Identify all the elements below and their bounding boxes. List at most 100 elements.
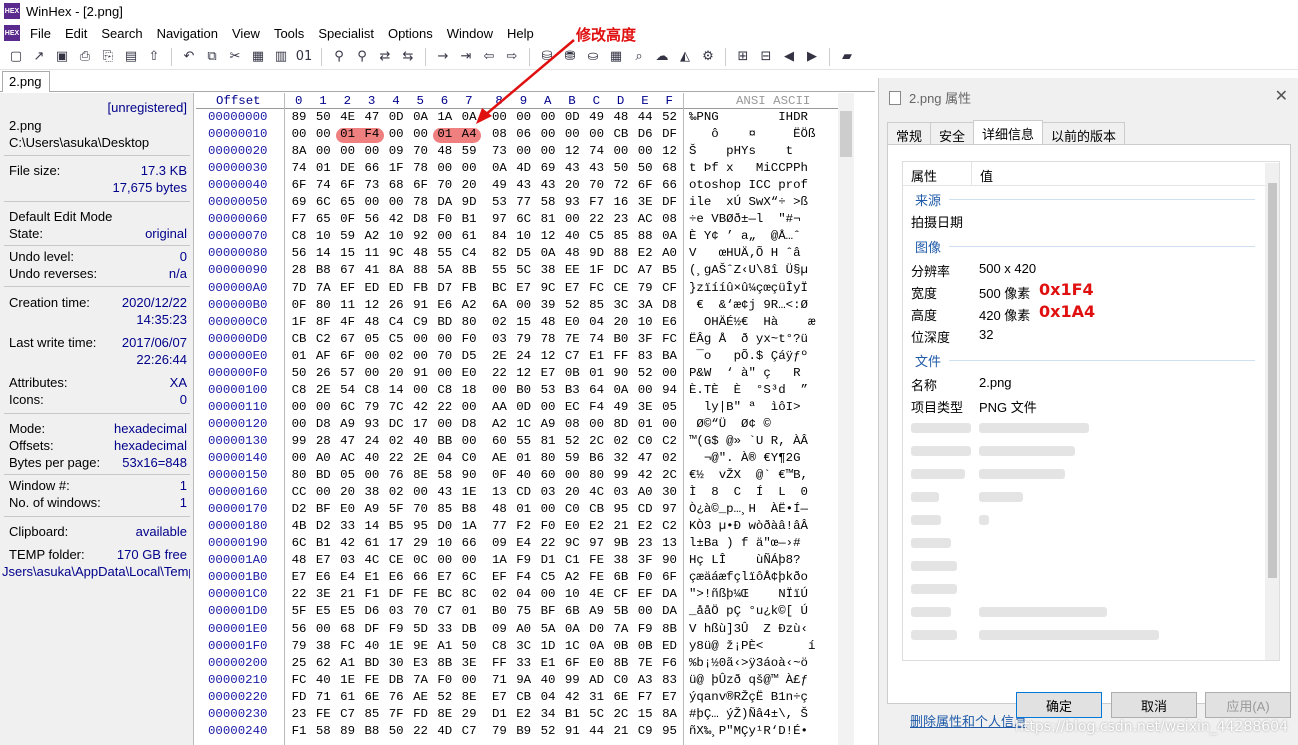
hex-byte[interactable]: 0D (385, 110, 407, 124)
hex-byte[interactable]: DF (361, 622, 383, 636)
hex-byte[interactable]: 00 (361, 468, 383, 482)
hex-byte[interactable]: 14 (385, 383, 407, 397)
hex-byte[interactable]: F2 (513, 519, 535, 533)
hex-byte[interactable]: E0 (561, 315, 583, 329)
hex-byte[interactable]: 22 (488, 366, 510, 380)
hex-byte[interactable]: BA (659, 349, 681, 363)
column-property[interactable]: 属性 (911, 166, 937, 185)
hex-byte[interactable]: 74 (586, 332, 608, 346)
hex-byte[interactable]: 60 (488, 434, 510, 448)
hex-byte[interactable]: 21 (610, 724, 632, 738)
hex-byte[interactable]: 6F (337, 178, 359, 192)
hex-byte[interactable]: 66 (410, 570, 432, 584)
hex-byte[interactable]: BB (434, 434, 456, 448)
hex-byte[interactable]: E5 (312, 604, 334, 618)
cancel-button[interactable]: 取消 (1111, 692, 1197, 718)
hex-byte[interactable]: 3C (513, 639, 535, 653)
hex-byte[interactable]: 90 (458, 468, 480, 482)
hex-byte[interactable]: 00 (410, 349, 432, 363)
hex-row[interactable]: 00000020 8A 00 00 00 09 70 48 59 73 00 00 12 74 00 00 12… (196, 144, 838, 161)
hex-byte[interactable]: E1 (586, 349, 608, 363)
hex-byte[interactable]: 79 (634, 281, 656, 295)
hex-byte[interactable]: 00 (561, 468, 583, 482)
hex-byte[interactable]: 1E (458, 485, 480, 499)
hex-byte[interactable]: 00 (513, 144, 535, 158)
hex-byte[interactable]: 01 (513, 502, 535, 516)
ascii-text[interactable]: t Þf x MiCCPPh (689, 161, 808, 175)
hex-byte[interactable]: F9 (634, 622, 656, 636)
hex-byte[interactable]: 79 (361, 400, 383, 414)
hex-byte[interactable]: 01 (337, 127, 359, 141)
menu-options[interactable]: Options (388, 26, 433, 41)
hex-byte[interactable]: 23 (288, 707, 310, 721)
hex-byte[interactable]: 38 (537, 263, 559, 277)
hex-byte[interactable]: 64 (586, 383, 608, 397)
hex-byte[interactable]: 1A (458, 519, 480, 533)
hex-byte[interactable]: 79 (488, 724, 510, 738)
hex-byte[interactable]: CC (288, 485, 310, 499)
hex-byte[interactable]: 0C (410, 553, 432, 567)
hex-byte[interactable]: 69 (537, 161, 559, 175)
hex-byte[interactable]: D6 (634, 127, 656, 141)
hex-byte[interactable]: 13 (659, 536, 681, 550)
hex-byte[interactable]: FE (586, 570, 608, 584)
hex-byte[interactable]: 10 (634, 315, 656, 329)
hex-byte[interactable]: 33 (513, 656, 535, 670)
hex-byte[interactable]: 95 (610, 502, 632, 516)
hex-byte[interactable]: C8 (488, 639, 510, 653)
hex-byte[interactable]: CB (513, 690, 535, 704)
hex-byte[interactable]: 00 (561, 127, 583, 141)
hex-byte[interactable]: 00 (434, 366, 456, 380)
hex-byte[interactable]: 40 (361, 451, 383, 465)
hex-scrollbar-thumb[interactable] (840, 111, 852, 157)
hex-byte[interactable]: 65 (312, 212, 334, 226)
hex-byte[interactable]: 56 (361, 212, 383, 226)
hex-byte[interactable]: 33 (434, 622, 456, 636)
hex-byte[interactable]: 1F (586, 263, 608, 277)
hex-byte[interactable]: B6 (586, 451, 608, 465)
hex-row[interactable]: 000001D0 5F E5 E5 D6 03 70 C7 01 B0 75 BF 6B A9 5B 00 DA… (196, 604, 838, 621)
hex-byte[interactable]: E7 (561, 281, 583, 295)
hex-byte[interactable]: 22 (385, 451, 407, 465)
zoom-icon[interactable]: ⌕ (629, 47, 649, 67)
hex-byte[interactable]: C5 (385, 332, 407, 346)
hex-byte[interactable]: 78 (537, 332, 559, 346)
hex-byte[interactable]: 7A (312, 281, 334, 295)
hex-byte[interactable]: 03 (488, 332, 510, 346)
hex-byte[interactable]: 85 (586, 298, 608, 312)
hex-byte[interactable]: 7C (385, 400, 407, 414)
hex-byte[interactable]: CF (610, 587, 632, 601)
hex-byte[interactable]: E7 (488, 690, 510, 704)
hex-byte[interactable]: 70 (586, 178, 608, 192)
hex-byte[interactable]: 38 (361, 485, 383, 499)
hex-byte[interactable]: 7A (410, 673, 432, 687)
book-icon[interactable]: ▰ (837, 47, 857, 67)
hex-byte[interactable]: E0 (458, 366, 480, 380)
hex-byte[interactable]: 00 (312, 622, 334, 636)
hex-byte[interactable]: E2 (586, 519, 608, 533)
hex-byte[interactable]: 70 (410, 502, 432, 516)
hex-row[interactable]: 00000030 74 01 DE 66 1F 78 00 00 0A 4D 69 43 43 50 50 68… (196, 161, 838, 178)
hex-byte[interactable]: 93 (361, 417, 383, 431)
hex-byte[interactable]: E7 (513, 281, 535, 295)
hex-byte[interactable]: B0 (488, 604, 510, 618)
hex-byte[interactable]: AF (312, 349, 334, 363)
hex-byte[interactable]: 99 (288, 434, 310, 448)
hex-byte[interactable]: F4 (513, 570, 535, 584)
hex-byte[interactable]: 28 (288, 263, 310, 277)
hex-editor[interactable]: Offset 0 1 2 3 4 5 6 7 8 9 A B C D E F ANSI ASCII 0000000… (196, 93, 838, 745)
hex-byte[interactable]: 00 (586, 127, 608, 141)
hex-byte[interactable]: 68 (385, 178, 407, 192)
hex-byte[interactable]: C0 (610, 673, 632, 687)
hex-byte[interactable]: 6F (659, 570, 681, 584)
hex-byte[interactable]: 9C (385, 246, 407, 260)
hex-byte[interactable]: 40 (537, 673, 559, 687)
hex-row[interactable]: 00000040 6F 74 6F 73 68 6F 70 20 49 43 43 20 70 72 6F 66… (196, 178, 838, 195)
hex-byte[interactable]: 32 (610, 451, 632, 465)
hex-byte[interactable]: 76 (385, 690, 407, 704)
hex-byte[interactable]: 8A (659, 707, 681, 721)
hex-byte[interactable]: AA (488, 400, 510, 414)
tab-details[interactable]: 详细信息 (973, 120, 1044, 144)
hex-byte[interactable]: 0A (410, 110, 432, 124)
hex-byte[interactable]: FE (410, 587, 432, 601)
